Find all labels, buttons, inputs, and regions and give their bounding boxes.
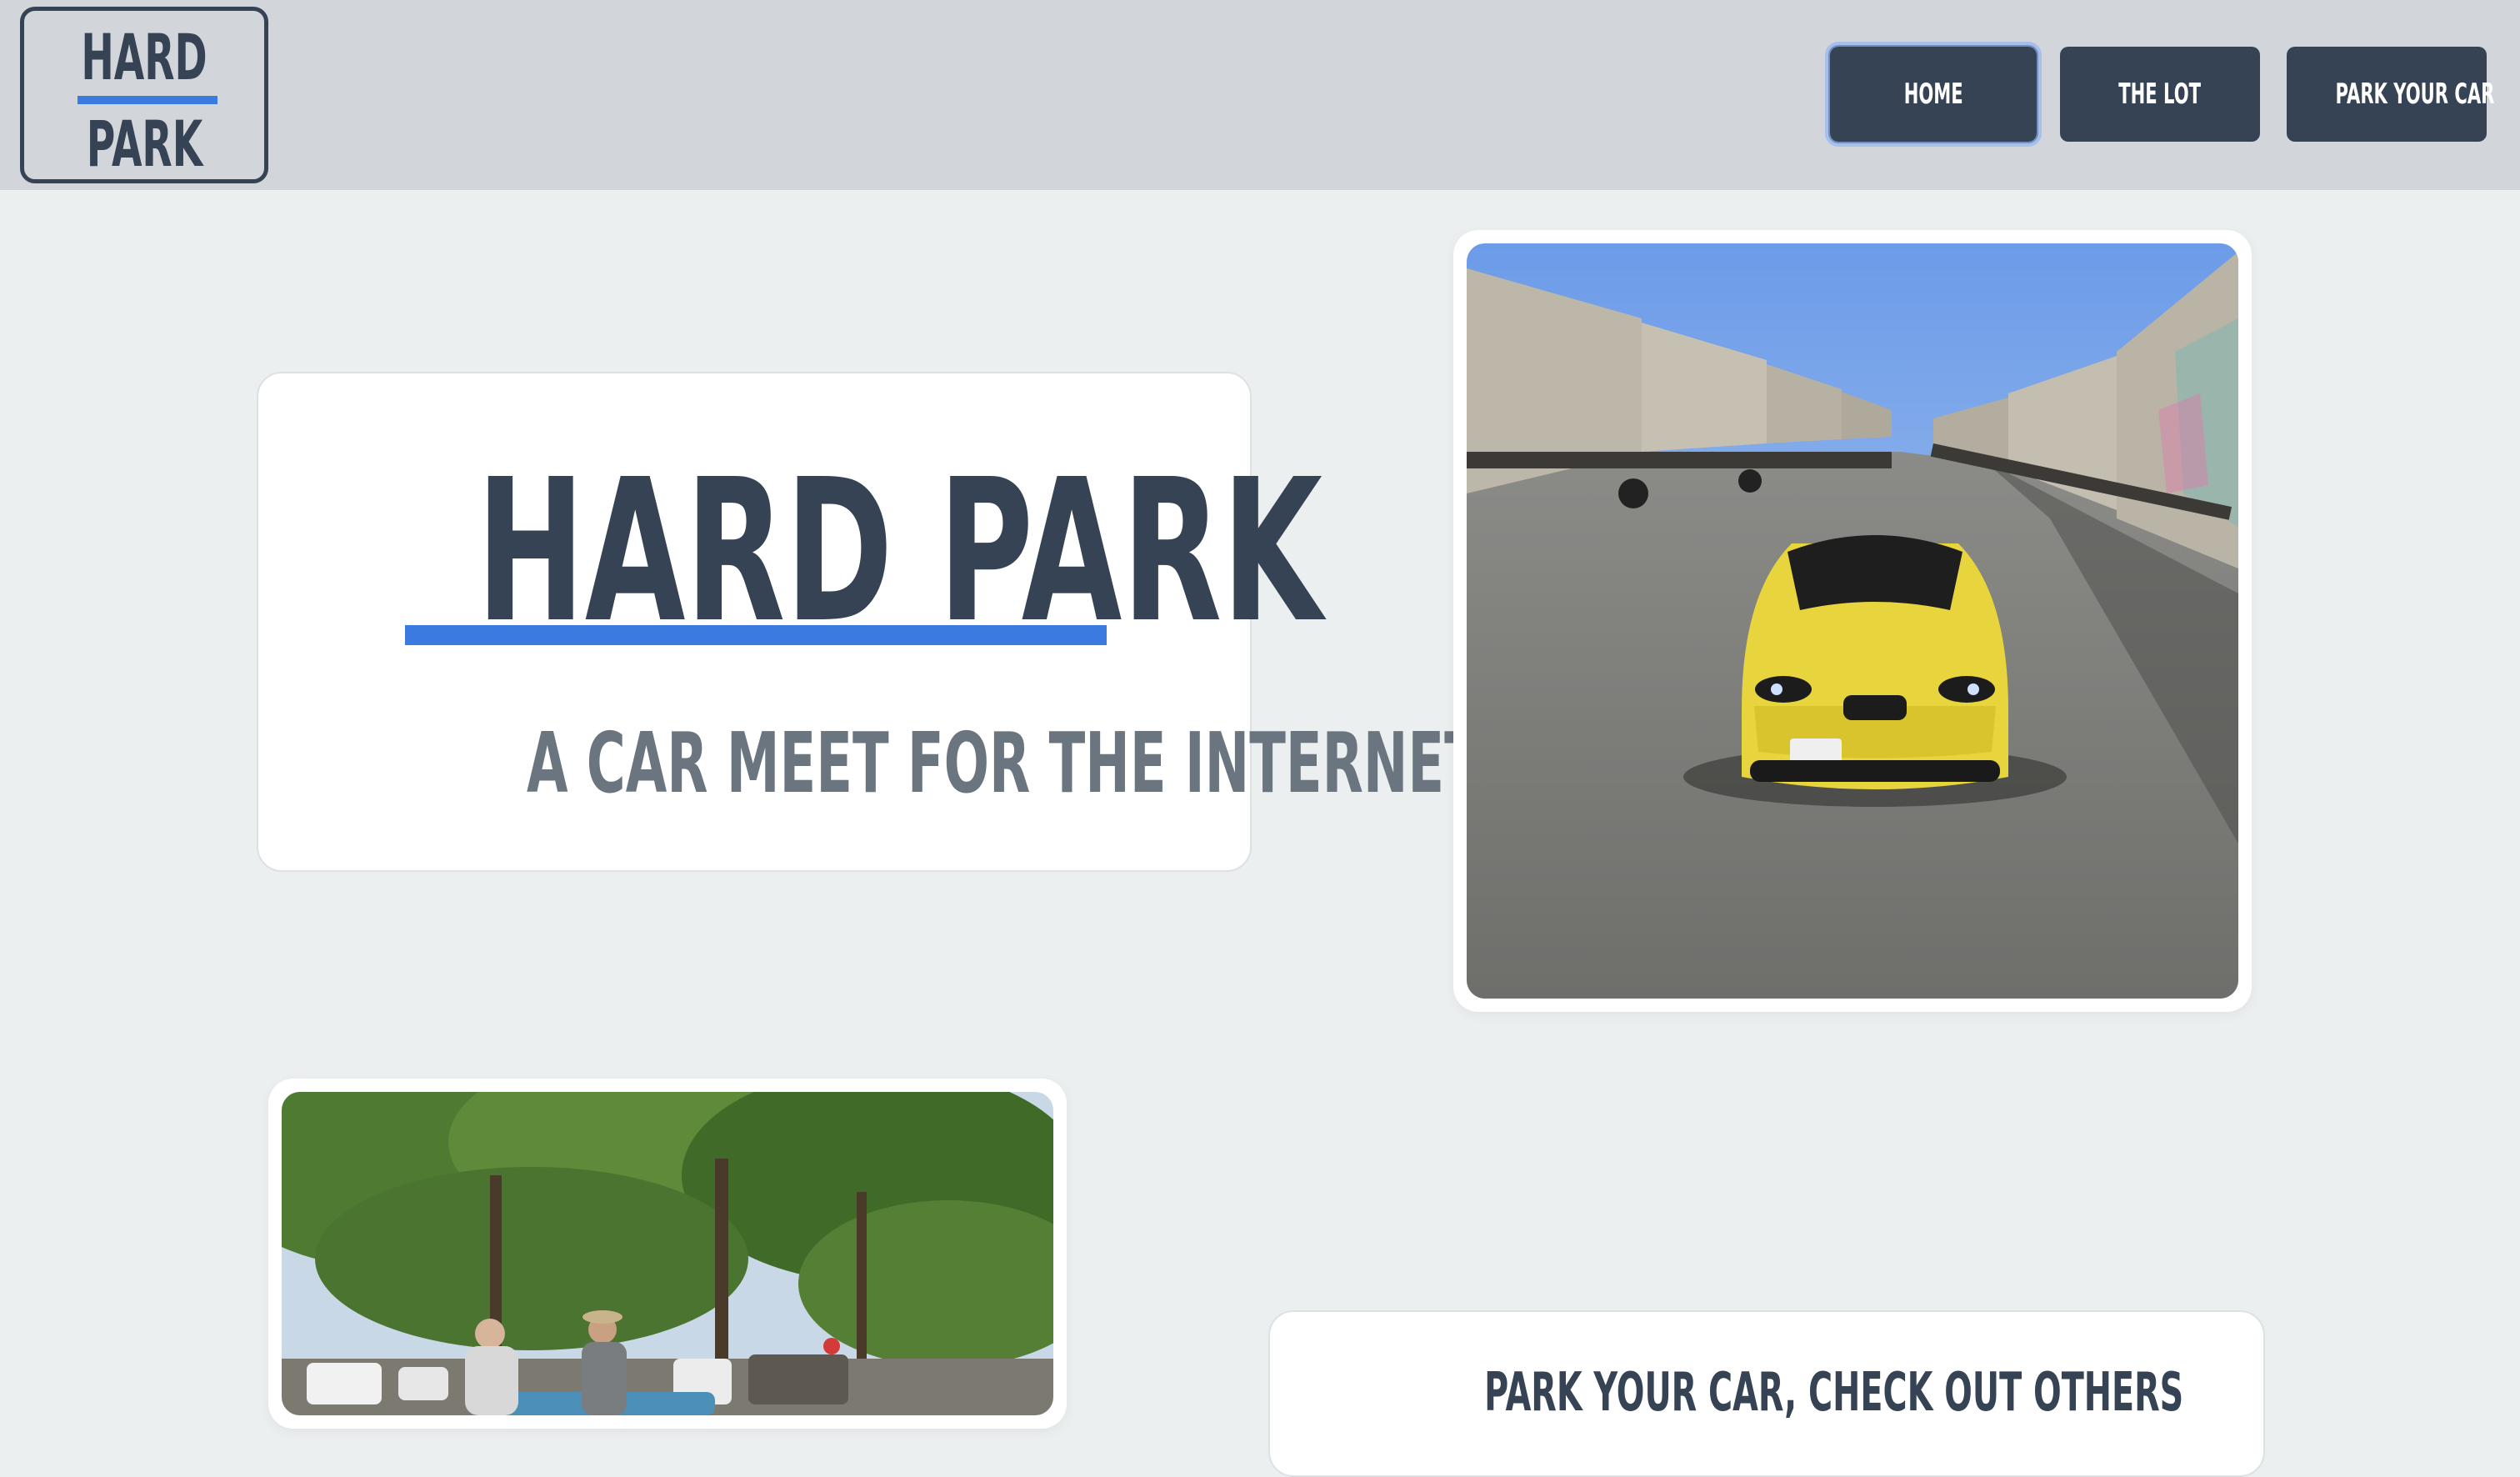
car-meet-forest-image	[282, 1092, 1053, 1415]
nav-park-your-car-label: PARK YOUR CAR	[2335, 78, 2495, 111]
hero-title: HARD PARK	[476, 437, 1322, 666]
hero-subtitle: A CAR MEET FOR THE INTERNET	[526, 714, 1481, 812]
site-logo[interactable]: HARD PARK	[20, 7, 268, 183]
logo-underline	[78, 96, 218, 104]
nav-home-button[interactable]: HOME	[1828, 45, 2038, 143]
nav-the-lot-button[interactable]: THE LOT	[2060, 47, 2260, 142]
featured-car-photo	[1453, 230, 2252, 1012]
site-header: HARD PARK HOME THE LOT PARK YOUR CAR	[0, 0, 2520, 190]
yellow-car-train-yard-image	[1467, 243, 2238, 999]
cta-card: PARK YOUR CAR, CHECK OUT OTHERS	[1268, 1310, 2265, 1477]
cta-heading: PARK YOUR CAR, CHECK OUT OTHERS	[1484, 1362, 2184, 1424]
hero-card: HARD PARK A CAR MEET FOR THE INTERNET	[257, 372, 1481, 872]
hero-title-underline	[405, 625, 1107, 645]
logo-text-bottom: PARK	[86, 107, 202, 181]
car-meet-photo	[268, 1079, 1067, 1429]
nav-the-lot-label: THE LOT	[2118, 78, 2202, 111]
nav-home-label: HOME	[1903, 78, 1963, 111]
logo-text-top: HARD	[81, 20, 208, 94]
nav-park-your-car-button[interactable]: PARK YOUR CAR	[2287, 47, 2494, 142]
